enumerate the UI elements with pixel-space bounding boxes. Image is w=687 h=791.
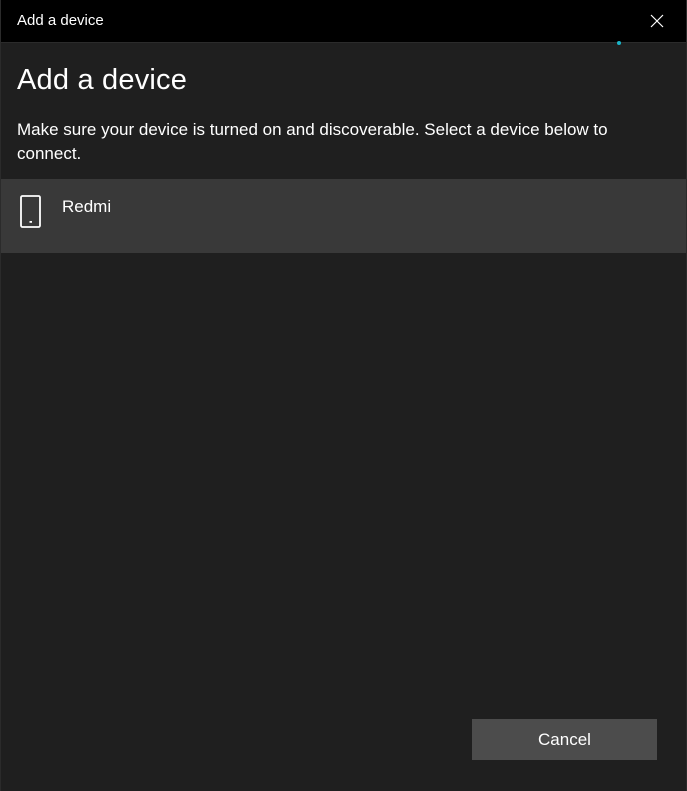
title-bar: Add a device [1,0,686,43]
close-icon [650,14,664,28]
searching-progress-indicator [617,41,621,45]
close-button[interactable] [628,0,686,42]
device-name: Redmi [62,197,112,216]
phone-icon [19,195,43,229]
instructions-text: Make sure your device is turned on and d… [17,120,608,163]
window-title: Add a device [17,12,104,29]
cancel-button[interactable]: Cancel [472,719,657,760]
add-device-window: Add a device Add a device Make sure your… [0,0,687,791]
device-list: Redmi [1,179,686,253]
device-item-redmi[interactable]: Redmi [1,179,686,253]
page-title: Add a device [17,64,188,96]
